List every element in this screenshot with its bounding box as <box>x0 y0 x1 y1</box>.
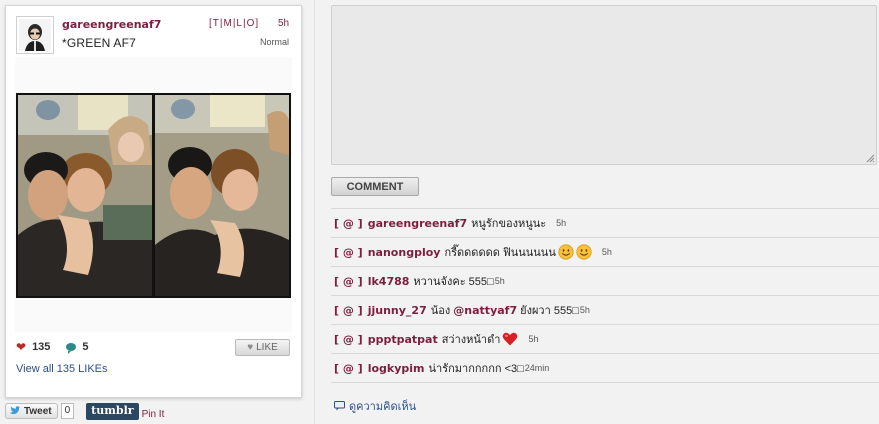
mention-link[interactable]: @nattyaf7 <box>453 304 517 317</box>
tweet-count: 0 <box>60 403 75 419</box>
comment-time: 5h <box>601 247 612 257</box>
avatar-image <box>19 19 51 51</box>
post-time: 5h <box>278 18 290 29</box>
photo-right-image <box>155 95 289 296</box>
comment-text: น่ารักมากกกกก <3□ <box>428 363 524 375</box>
chat-bubble-icon <box>334 401 345 411</box>
post-tmilo-tag[interactable]: [T|M|L|O] <box>209 18 259 29</box>
photo-panel-right <box>155 95 289 296</box>
like-heart-icon: ♥ <box>247 342 254 353</box>
tweet-button[interactable]: Tweet <box>5 403 58 419</box>
pin-it-link[interactable]: Pin It <box>142 409 165 420</box>
view-comments-label: ดูความคิดเห็น <box>349 401 417 413</box>
comment-username-link[interactable]: jjunny_27 <box>368 304 427 317</box>
photo-area <box>15 57 292 332</box>
comment-item: [ @ ] ppptpatpat สว่างหน้าดำ 5h <box>331 325 879 354</box>
avatar[interactable] <box>16 16 54 54</box>
comment-item: [ @ ] nanongploy กรี๊ดดดดดด ฟินนนนนน 5h <box>331 238 879 267</box>
post-stats: ❤ 135 5 <box>16 339 89 355</box>
comment-text-before: น้อง <box>430 305 451 317</box>
post-caption: *GREEN AF7 <box>62 36 137 50</box>
tumblr-share-button[interactable]: tumblr <box>86 402 139 420</box>
smile-emoji-icon <box>576 244 592 260</box>
resize-grip-icon[interactable] <box>866 154 875 163</box>
reply-at-button[interactable]: [ @ ] <box>334 304 363 317</box>
photo-left-image <box>18 95 152 296</box>
comment-username-link[interactable]: logkypim <box>368 362 425 375</box>
reply-at-button[interactable]: [ @ ] <box>334 275 363 288</box>
comment-text-after: ยังผวา 555□ <box>520 305 579 317</box>
twitter-bird-icon <box>10 406 21 415</box>
like-button-label: LIKE <box>256 342 278 353</box>
view-comments-link[interactable]: ดูความคิดเห็น <box>334 397 416 415</box>
comment-item: [ @ ] lk4788 หวานจังคะ 555□ 5h <box>331 267 879 296</box>
comment-text: สว่างหน้าดำ <box>441 334 501 346</box>
view-all-likes-link[interactable]: View all 135 LIKEs <box>16 363 108 375</box>
comment-time: 5h <box>556 218 567 228</box>
comment-count: 5 <box>82 341 89 353</box>
reply-at-button[interactable]: [ @ ] <box>334 246 363 259</box>
reply-at-button[interactable]: [ @ ] <box>334 333 363 346</box>
tweet-button-label: Tweet <box>24 405 52 417</box>
comment-bubble-icon <box>66 343 77 354</box>
comment-item: [ @ ] gareengreenaf7 หนูรักของหนูนะ 5h <box>331 209 879 238</box>
comment-time: 5h <box>579 305 590 315</box>
like-button[interactable]: ♥ LIKE <box>235 339 290 356</box>
comment-username-link[interactable]: lk4788 <box>368 275 410 288</box>
comment-item: [ @ ] logkypim น่ารักมากกกกก <3□ 24min <box>331 354 879 383</box>
heart-icon: ❤ <box>16 340 27 354</box>
like-count: 135 <box>32 341 51 353</box>
comment-text: หนูรักของหนูนะ <box>471 218 547 230</box>
comment-item: [ @ ] jjunny_27 น้อง @nattyaf7 ยังผวา 55… <box>331 296 879 325</box>
comment-username-link[interactable]: gareengreenaf7 <box>368 217 467 230</box>
comment-time: 5h <box>494 276 505 286</box>
smile-emoji-icon <box>558 244 574 260</box>
comment-text: กรี๊ดดดดดด ฟินนนนนน <box>444 247 556 259</box>
comment-time: 24min <box>524 363 550 373</box>
comment-list: [ @ ] gareengreenaf7 หนูรักของหนูนะ 5h [… <box>331 208 879 383</box>
comment-text: หวานจังคะ 555□ <box>413 276 494 288</box>
comment-username-link[interactable]: nanongploy <box>368 246 441 259</box>
reply-at-button[interactable]: [ @ ] <box>334 362 363 375</box>
heart-emoji-icon <box>503 332 518 346</box>
reply-at-button[interactable]: [ @ ] <box>334 217 363 230</box>
comment-time: 5h <box>528 334 539 344</box>
comment-textarea[interactable] <box>331 5 877 165</box>
post-card: gareengreenaf7 *GREEN AF7 [T|M|L|O] 5h N… <box>5 5 302 398</box>
share-row: Tweet 0 tumblr Pin It <box>5 402 164 420</box>
comment-submit-button[interactable]: COMMENT <box>331 177 419 196</box>
photo-filter-label: Normal <box>259 37 289 47</box>
comment-username-link[interactable]: ppptpatpat <box>368 333 438 346</box>
photo-panel-left <box>18 95 152 296</box>
post-username-link[interactable]: gareengreenaf7 <box>62 18 161 31</box>
post-photo[interactable] <box>16 93 291 298</box>
column-divider <box>314 0 315 424</box>
